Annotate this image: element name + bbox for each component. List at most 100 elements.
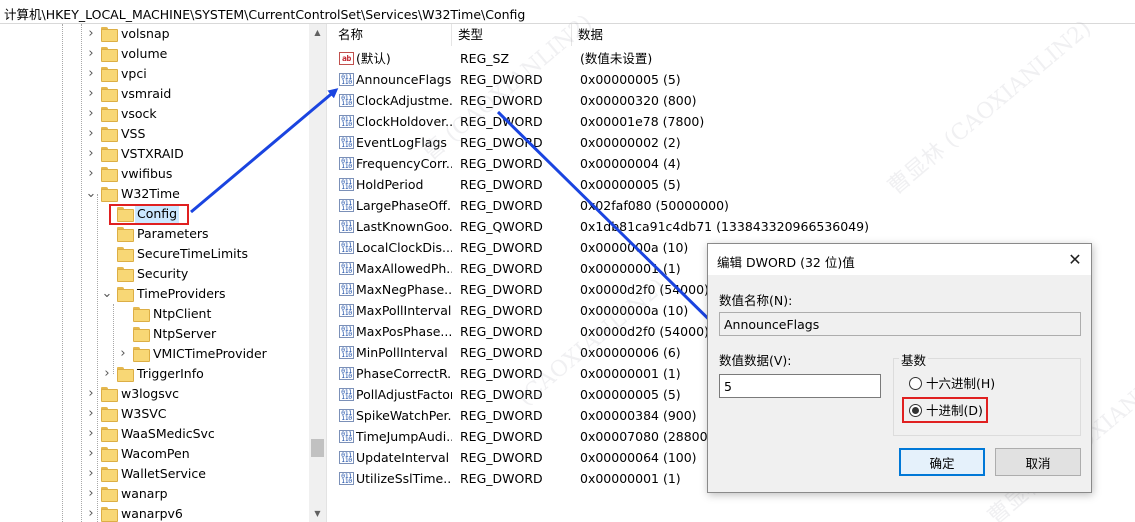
- column-header-type[interactable]: 类型: [452, 24, 572, 46]
- tree-item[interactable]: SecureTimeLimits: [0, 244, 305, 264]
- value-type-cell: REG_SZ: [460, 51, 510, 66]
- chevron-right-icon[interactable]: ›: [85, 504, 97, 522]
- binary-value-icon: 011 110: [339, 199, 354, 212]
- value-data-cell: 0x00000004 (4): [580, 156, 681, 171]
- chevron-right-icon[interactable]: ›: [85, 44, 97, 64]
- chevron-right-icon[interactable]: ›: [85, 404, 97, 424]
- value-row[interactable]: ab (默认) REG_SZ (数值未设置): [332, 48, 1135, 69]
- tree-scrollbar[interactable]: ▲ ▼: [309, 24, 326, 522]
- decimal-highlight-box: [902, 397, 988, 423]
- chevron-right-icon[interactable]: ›: [85, 64, 97, 84]
- tree-item[interactable]: › vsock: [0, 104, 305, 124]
- value-row[interactable]: 011 110 LastKnownGoo... REG_QWORD 0x1db81ca…: [332, 216, 1135, 237]
- folder-icon: [101, 427, 118, 442]
- chevron-right-icon[interactable]: ›: [85, 124, 97, 144]
- value-type-cell: REG_DWORD: [460, 366, 543, 381]
- binary-value-icon: 011 110: [339, 283, 354, 296]
- value-name-cell: MaxAllowedPh...: [356, 261, 452, 276]
- tree-item[interactable]: › wanarp: [0, 484, 305, 504]
- tree-item[interactable]: › volume: [0, 44, 305, 64]
- value-type-cell: REG_DWORD: [460, 324, 543, 339]
- chevron-right-icon[interactable]: ›: [117, 344, 129, 364]
- tree-item[interactable]: Parameters: [0, 224, 305, 244]
- binary-value-icon: 011 110: [339, 73, 354, 86]
- tree-item[interactable]: › WaaSMedicSvc: [0, 424, 305, 444]
- column-header-data[interactable]: 数据: [572, 24, 872, 46]
- folder-icon: [133, 347, 150, 362]
- tree-item[interactable]: › W3SVC: [0, 404, 305, 424]
- scroll-thumb[interactable]: [311, 439, 324, 457]
- tree-item[interactable]: › volsnap: [0, 24, 305, 44]
- value-row[interactable]: 011 110 ClockAdjustme... REG_DWORD 0x000003…: [332, 90, 1135, 111]
- chevron-down-icon[interactable]: ⌄: [85, 184, 97, 204]
- chevron-right-icon[interactable]: ›: [85, 484, 97, 504]
- tree-item-label: vsock: [121, 106, 157, 121]
- tree-item[interactable]: Security: [0, 264, 305, 284]
- radio-hexadecimal[interactable]: 十六进制(H): [909, 375, 1029, 393]
- scroll-up-arrow-icon[interactable]: ▲: [309, 24, 326, 41]
- tree-item-label: wanarp: [121, 486, 168, 501]
- chevron-right-icon[interactable]: ›: [85, 384, 97, 404]
- folder-icon: [101, 67, 118, 82]
- value-type-cell: REG_DWORD: [460, 114, 543, 129]
- chevron-right-icon[interactable]: ›: [85, 464, 97, 484]
- tree-item[interactable]: › WalletService: [0, 464, 305, 484]
- chevron-right-icon[interactable]: ›: [85, 424, 97, 444]
- tree-item-label: vsmraid: [121, 86, 172, 101]
- folder-icon: [117, 287, 134, 302]
- tree-item[interactable]: › vpci: [0, 64, 305, 84]
- value-row[interactable]: 011 110 AnnounceFlags REG_DWORD 0x00000005 …: [332, 69, 1135, 90]
- binary-value-icon: 011 110: [339, 136, 354, 149]
- tree-item-label: VSTXRAID: [121, 146, 184, 161]
- tree-item-label: WacomPen: [121, 446, 190, 461]
- value-row[interactable]: 011 110 FrequencyCorr... REG_DWORD 0x000000…: [332, 153, 1135, 174]
- tree-item[interactable]: › w3logsvc: [0, 384, 305, 404]
- chevron-right-icon[interactable]: ›: [85, 104, 97, 124]
- value-name-cell: SpikeWatchPer...: [356, 408, 452, 423]
- chevron-down-icon[interactable]: ⌄: [101, 284, 113, 304]
- tree-item[interactable]: NtpServer: [0, 324, 305, 344]
- tree-item-label: TimeProviders: [137, 286, 226, 301]
- address-bar[interactable]: 计算机\HKEY_LOCAL_MACHINE\SYSTEM\CurrentCon…: [0, 0, 1135, 24]
- tree-item[interactable]: › VMICTimeProvider: [0, 344, 305, 364]
- tree-item[interactable]: › VSS: [0, 124, 305, 144]
- tree-item[interactable]: › vwifibus: [0, 164, 305, 184]
- chevron-right-icon[interactable]: ›: [101, 364, 113, 384]
- value-row[interactable]: 011 110 LargePhaseOff... REG_DWORD 0x02faf0…: [332, 195, 1135, 216]
- value-data-cell: 0x02faf080 (50000000): [580, 198, 729, 213]
- cancel-button[interactable]: 取消: [995, 448, 1081, 476]
- tree-item[interactable]: NtpClient: [0, 304, 305, 324]
- binary-value-icon: 011 110: [339, 157, 354, 170]
- value-name-cell: PhaseCorrectR...: [356, 366, 452, 381]
- value-name-label: 数值名称(N):: [719, 293, 793, 308]
- value-row[interactable]: 011 110 ClockHoldover... REG_DWORD 0x00001e…: [332, 111, 1135, 132]
- radio-button-icon[interactable]: [909, 377, 922, 390]
- value-data-field[interactable]: [719, 374, 881, 398]
- binary-value-icon: 011 110: [339, 94, 354, 107]
- tree-item[interactable]: › vsmraid: [0, 84, 305, 104]
- tree-item[interactable]: ⌄ W32Time: [0, 184, 305, 204]
- value-type-cell: REG_DWORD: [460, 282, 543, 297]
- ok-button[interactable]: 确定: [899, 448, 985, 476]
- value-name-cell: FrequencyCorr...: [356, 156, 452, 171]
- chevron-right-icon[interactable]: ›: [85, 24, 97, 44]
- chevron-right-icon[interactable]: ›: [85, 84, 97, 104]
- chevron-right-icon[interactable]: ›: [85, 444, 97, 464]
- tree-item[interactable]: › TriggerInfo: [0, 364, 305, 384]
- value-row[interactable]: 011 110 HoldPeriod REG_DWORD 0x00000005 (5): [332, 174, 1135, 195]
- chevron-right-icon[interactable]: ›: [85, 144, 97, 164]
- column-header-name[interactable]: 名称: [332, 24, 452, 46]
- tree-item[interactable]: › WacomPen: [0, 444, 305, 464]
- close-icon[interactable]: ✕: [1059, 244, 1091, 275]
- key-tree[interactable]: › volsnap › volume › vpci › vsmraid › vsock › VSS › V…: [0, 24, 327, 522]
- value-name-field[interactable]: [719, 312, 1081, 336]
- scroll-down-arrow-icon[interactable]: ▼: [309, 505, 326, 522]
- tree-item[interactable]: › VSTXRAID: [0, 144, 305, 164]
- binary-value-icon: 011 110: [339, 409, 354, 422]
- tree-item[interactable]: ⌄ TimeProviders: [0, 284, 305, 304]
- dialog-titlebar[interactable]: 编辑 DWORD (32 位)值 ✕: [708, 244, 1091, 275]
- tree-item[interactable]: › wanarpv6: [0, 504, 305, 522]
- folder-icon: [101, 167, 118, 182]
- value-row[interactable]: 011 110 EventLogFlags REG_DWORD 0x00000002 …: [332, 132, 1135, 153]
- chevron-right-icon[interactable]: ›: [85, 164, 97, 184]
